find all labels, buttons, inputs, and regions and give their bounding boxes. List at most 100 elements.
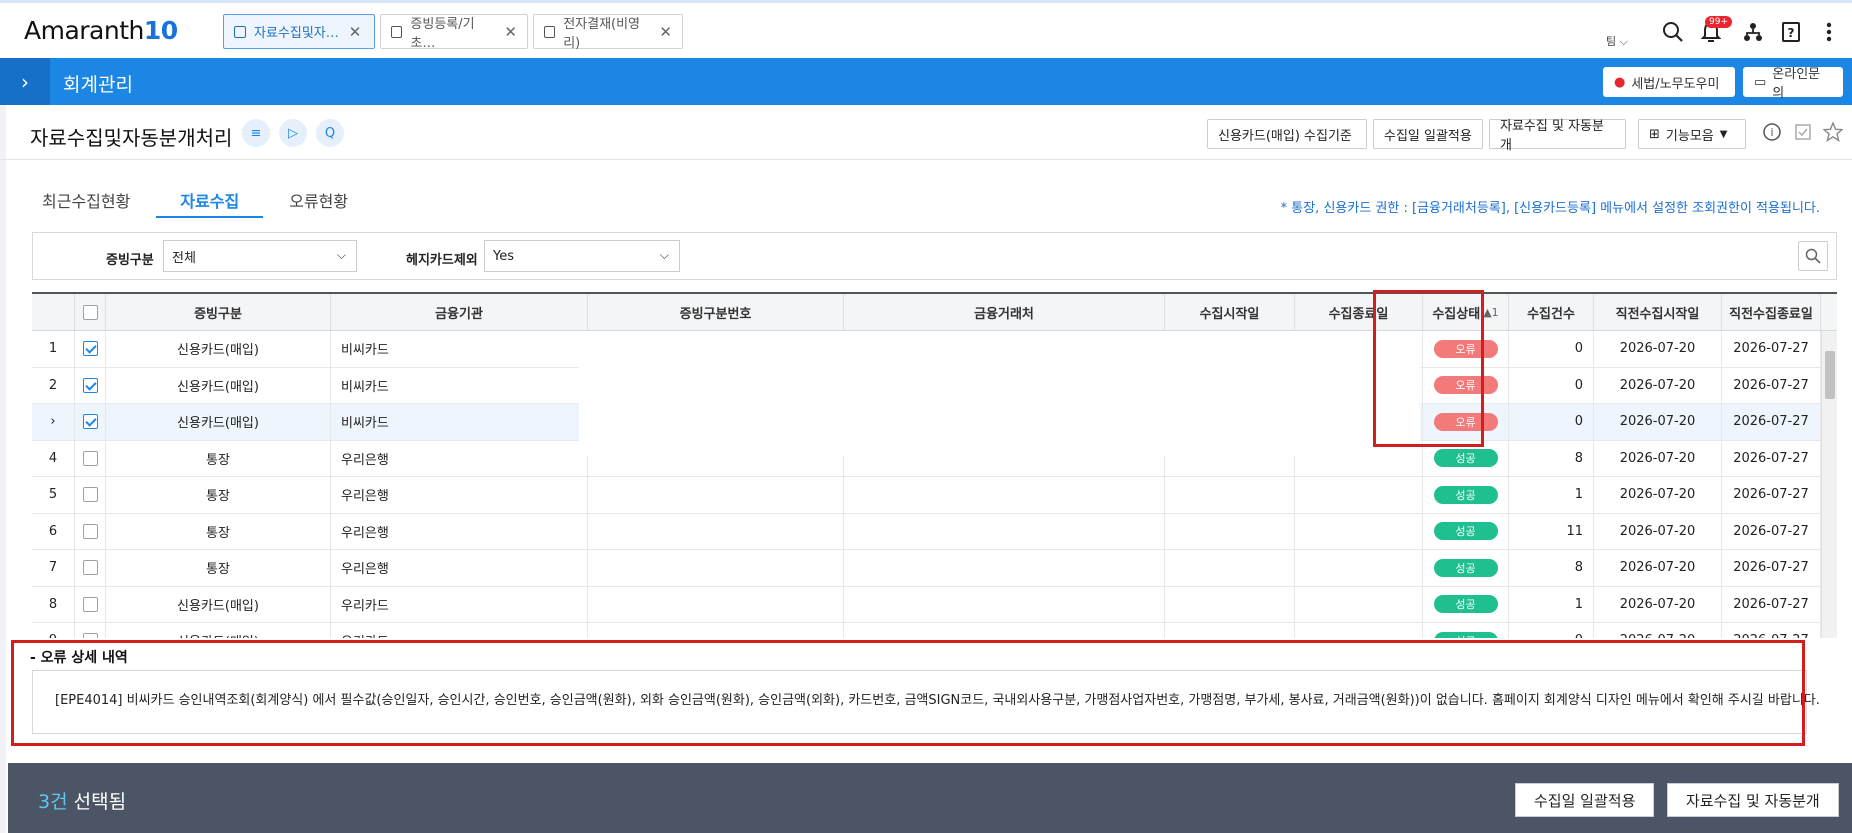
row-checkbox-cell[interactable] [75,367,106,403]
cell-status[interactable]: 성공 [1423,550,1509,586]
tab-evidence-registration[interactable]: 증빙등록/기초… ✕ [380,14,528,51]
tab-data-collection[interactable]: 자료수집및자… ✕ [223,14,375,49]
cell-evidence[interactable]: 통장 [106,440,331,476]
header-status[interactable]: 수집상태 ▲1 [1423,294,1509,330]
row-number[interactable]: › [32,404,75,440]
scrollbar-thumb[interactable] [1825,351,1835,399]
cell-evidence[interactable]: 신용카드(매입) [106,586,331,622]
row-number[interactable]: 7 [32,550,75,586]
sidebar-toggle-button[interactable]: › [0,58,50,105]
table-row[interactable]: 5 통장 우리은행 성공 1 2026-07-20 2026-07-27 [32,477,1837,514]
cell-count[interactable]: 0 [1509,331,1594,367]
row-checkbox[interactable] [82,560,98,576]
row-number[interactable]: 8 [32,586,75,622]
row-checkbox[interactable] [82,414,98,430]
cell-evidence-no[interactable] [588,477,844,513]
cell-prev-start[interactable]: 2026-07-20 [1594,440,1722,476]
cell-count[interactable]: 8 [1509,440,1594,476]
org-chart-icon[interactable] [1740,19,1766,45]
row-number[interactable]: 1 [32,331,75,367]
row-checkbox[interactable] [82,450,98,466]
cell-start[interactable] [1165,586,1295,622]
cell-prev-end[interactable]: 2026-07-27 [1722,550,1821,586]
close-icon[interactable]: ✕ [659,23,672,41]
footer-collect-journal-button[interactable]: 자료수집 및 자동분개 [1667,783,1839,817]
close-icon[interactable]: ✕ [504,23,517,41]
cell-status[interactable]: 오류 [1423,331,1509,367]
table-row[interactable]: 7 통장 우리은행 성공 8 2026-07-20 2026-07-27 [32,550,1837,587]
cell-count[interactable]: 8 [1509,550,1594,586]
row-checkbox[interactable] [82,377,98,393]
cell-partner[interactable] [844,623,1165,638]
search-icon[interactable] [1660,19,1686,45]
cell-count[interactable]: 1 [1509,477,1594,513]
cell-evidence-no[interactable] [588,550,844,586]
cell-prev-start[interactable]: 2026-07-20 [1594,513,1722,549]
date-apply-button[interactable]: 수집일 일괄적용 [1373,119,1483,149]
header-evidence[interactable]: 증빙구분 [106,294,331,330]
table-row[interactable]: 8 신용카드(매입) 우리카드 성공 1 2026-07-20 2026-07-27 [32,586,1837,623]
cell-start[interactable] [1165,623,1295,638]
cell-count[interactable]: 1 [1509,586,1594,622]
cell-prev-start[interactable]: 2026-07-20 [1594,404,1722,440]
cell-count[interactable]: 11 [1509,513,1594,549]
cell-institution[interactable]: 우리카드 [331,623,588,638]
row-number[interactable]: 9 [32,623,75,638]
tab-recent-status[interactable]: 최근수집현황 [30,180,142,218]
filter-search-button[interactable] [1798,241,1828,271]
play-icon[interactable]: ▷ [279,119,307,147]
cell-prev-end[interactable]: 2026-07-27 [1722,404,1821,440]
cell-evidence[interactable]: 통장 [106,477,331,513]
cell-prev-end[interactable]: 2026-07-27 [1722,586,1821,622]
cell-prev-start[interactable]: 2026-07-20 [1594,367,1722,403]
star-icon[interactable] [1820,119,1846,145]
cell-evidence[interactable]: 신용카드(매입) [106,623,331,638]
cell-partner[interactable] [844,586,1165,622]
row-checkbox[interactable] [82,523,98,539]
cell-institution[interactable]: 우리카드 [331,586,588,622]
cell-end[interactable] [1295,586,1423,622]
cell-status[interactable]: 성공 [1423,513,1509,549]
grid-scrollbar[interactable] [1821,331,1837,638]
hedge-card-select[interactable]: Yes ⌵ [484,240,680,272]
app-logo[interactable]: Amaranth10 [24,16,178,45]
close-icon[interactable]: ✕ [349,23,362,41]
cell-status[interactable]: 오류 [1423,367,1509,403]
header-end[interactable]: 수집종료일 [1295,294,1423,330]
cell-count[interactable]: 0 [1509,367,1594,403]
cell-evidence[interactable]: 신용카드(매입) [106,367,331,403]
cell-prev-start[interactable]: 2026-07-20 [1594,623,1722,638]
cell-prev-start[interactable]: 2026-07-20 [1594,550,1722,586]
header-prev-end[interactable]: 직전수집종료일 [1722,294,1821,330]
cell-evidence-no[interactable] [588,623,844,638]
cell-prev-end[interactable]: 2026-07-27 [1722,331,1821,367]
cell-prev-start[interactable]: 2026-07-20 [1594,331,1722,367]
cell-prev-end[interactable]: 2026-07-27 [1722,513,1821,549]
cell-institution[interactable]: 우리은행 [331,513,588,549]
cell-end[interactable] [1295,623,1423,638]
collect-journal-button[interactable]: 자료수집 및 자동분개 [1489,119,1626,153]
cell-prev-start[interactable]: 2026-07-20 [1594,477,1722,513]
cell-evidence[interactable]: 신용카드(매입) [106,404,331,440]
cell-end[interactable] [1295,477,1423,513]
cell-evidence-no[interactable] [588,586,844,622]
help-icon[interactable]: ? [1778,19,1804,45]
cell-institution[interactable]: 비씨카드 [331,404,588,440]
row-number[interactable]: 2 [32,367,75,403]
cell-start[interactable] [1165,477,1295,513]
online-inquiry-button[interactable]: ▭ 온라인문의 [1743,67,1843,101]
row-checkbox[interactable] [82,596,98,612]
cell-status[interactable]: 오류 [1423,404,1509,440]
cell-evidence[interactable]: 신용카드(매입) [106,331,331,367]
cell-partner[interactable] [844,477,1165,513]
cell-status[interactable]: 성공 [1423,440,1509,476]
cell-institution[interactable]: 비씨카드 [331,331,588,367]
more-vertical-icon[interactable] [1816,19,1842,45]
tax-helper-button[interactable]: ● 세법/노무도우미 [1603,67,1735,97]
row-checkbox[interactable] [82,487,98,503]
list-icon[interactable]: ≡ [242,119,270,147]
row-number[interactable]: 6 [32,513,75,549]
cell-prev-start[interactable]: 2026-07-20 [1594,586,1722,622]
row-checkbox-cell[interactable] [75,513,106,549]
cell-prev-end[interactable]: 2026-07-27 [1722,623,1821,638]
